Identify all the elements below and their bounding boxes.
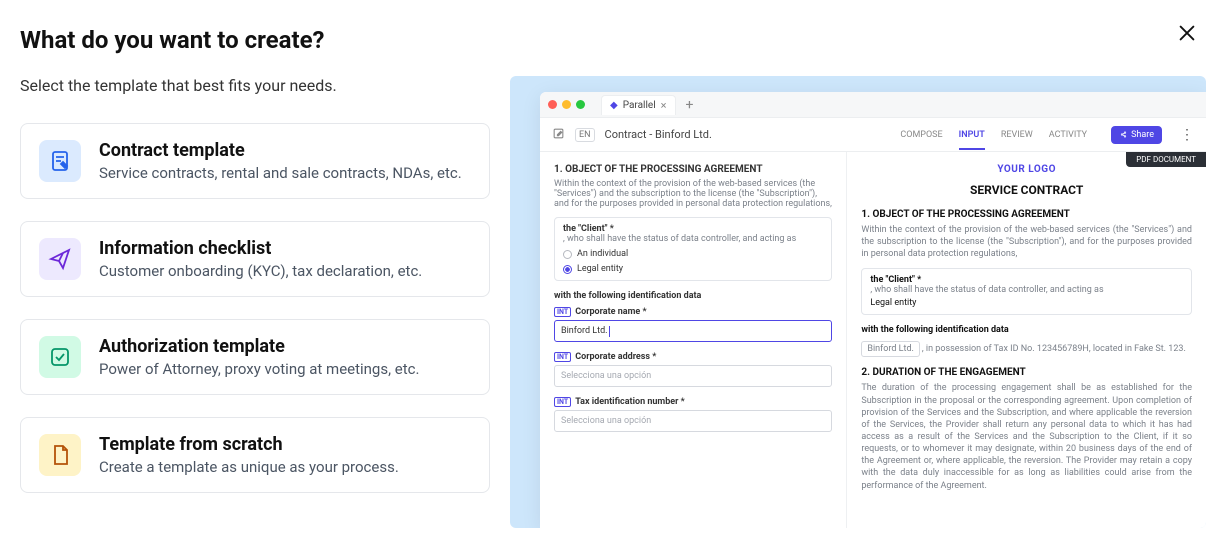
tab-close-icon[interactable]: ×: [661, 99, 667, 112]
doc-paragraph: The duration of the processing engagemen…: [861, 382, 1192, 491]
doc-ident-tail: , in possession of Tax ID No. 123456789H…: [922, 344, 1186, 354]
browser-tabbar: ◆ Parallel × +: [540, 92, 1206, 118]
share-button[interactable]: Share: [1111, 126, 1162, 144]
template-title: Contract template: [99, 140, 462, 161]
text-cursor: [609, 326, 610, 337]
app-logo-icon: ◆: [610, 100, 618, 111]
tab-activity[interactable]: ACTIVITY: [1049, 130, 1087, 140]
doc-section-heading: 1. OBJECT OF THE PROCESSING AGREEMENT: [861, 209, 1192, 220]
page-subtitle: Select the template that best fits your …: [20, 76, 490, 95]
template-title: Template from scratch: [99, 434, 399, 455]
more-menu-button[interactable]: ⋮: [1180, 127, 1194, 143]
client-label: the "Client" *: [563, 224, 823, 234]
traffic-min-icon: [562, 100, 571, 109]
ident-heading: with the following identification data: [554, 291, 832, 301]
share-icon: [1119, 130, 1128, 139]
corporate-name-input[interactable]: Binford Ltd.: [554, 320, 832, 342]
doc-paragraph: Within the context of the provision of t…: [861, 224, 1192, 260]
template-desc: Create a template as unique as your proc…: [99, 458, 399, 476]
template-desc: Service contracts, rental and sale contr…: [99, 164, 462, 182]
template-scratch[interactable]: Template from scratch Create a template …: [20, 417, 490, 493]
doc-client-value: Legal entity: [870, 298, 1183, 308]
radio-label: An individual: [577, 249, 628, 259]
doc-ident-heading: with the following identification data: [861, 325, 1192, 335]
int-tag: INT: [554, 397, 571, 407]
template-checklist[interactable]: Information checklist Customer onboardin…: [20, 221, 490, 297]
radio-legal-entity[interactable]: Legal entity: [563, 264, 823, 274]
doc-client-sub: , who shall have the status of data cont…: [870, 285, 1183, 295]
close-button[interactable]: [1176, 22, 1198, 44]
doc-client-label: the "Client" *: [870, 275, 1183, 285]
section-body: Within the context of the provision of t…: [554, 179, 832, 209]
tab-review[interactable]: REVIEW: [1001, 130, 1033, 140]
section-heading: 1. OBJECT OF THE PROCESSING AGREEMENT: [554, 164, 832, 175]
input-placeholder: Selecciona una opción: [561, 371, 651, 381]
document-icon: [39, 434, 81, 476]
new-tab-button[interactable]: +: [686, 97, 694, 113]
int-tag: INT: [554, 307, 571, 317]
tax-id-input[interactable]: Selecciona una opción: [554, 410, 832, 432]
share-label: Share: [1131, 130, 1154, 140]
template-authorization[interactable]: Authorization template Power of Attorney…: [20, 319, 490, 395]
corporate-address-input[interactable]: Selecciona una opción: [554, 365, 832, 387]
edit-icon[interactable]: [552, 125, 565, 144]
language-badge[interactable]: EN: [575, 128, 595, 142]
tab-label: Parallel: [623, 100, 656, 111]
contract-title: SERVICE CONTRACT: [861, 183, 1192, 197]
browser-tab[interactable]: ◆ Parallel ×: [601, 95, 676, 115]
paper-plane-icon: [39, 238, 81, 280]
template-title: Information checklist: [99, 238, 422, 259]
input-placeholder: Selecciona una opción: [561, 416, 651, 426]
tab-compose[interactable]: COMPOSE: [900, 130, 942, 140]
doc-chip-corporate-name: Binford Ltd.: [861, 341, 920, 357]
preview-panel: ◆ Parallel × + EN Contract - Binford Ltd…: [510, 76, 1206, 528]
template-desc: Power of Attorney, proxy voting at meeti…: [99, 360, 419, 378]
close-icon: [1176, 22, 1198, 44]
traffic-close-icon: [548, 100, 557, 109]
form-pane: 1. OBJECT OF THE PROCESSING AGREEMENT Wi…: [540, 152, 846, 528]
field-label: Corporate address *: [575, 352, 656, 362]
document-pane: PDF DOCUMENT YOUR LOGO SERVICE CONTRACT …: [846, 152, 1206, 528]
document-title: Contract - Binford Ltd.: [605, 128, 891, 141]
input-value: Binford Ltd.: [561, 326, 608, 336]
pdf-badge: PDF DOCUMENT: [1126, 152, 1206, 167]
doc-section-heading: 2. DURATION OF THE ENGAGEMENT: [861, 367, 1192, 378]
tab-input[interactable]: INPUT: [959, 130, 985, 150]
template-title: Authorization template: [99, 336, 419, 357]
field-label: Tax identification number *: [575, 397, 685, 407]
page-title: What do you want to create?: [20, 26, 1206, 54]
template-desc: Customer onboarding (KYC), tax declarati…: [99, 262, 422, 280]
template-contract[interactable]: Contract template Service contracts, ren…: [20, 123, 490, 199]
radio-label: Legal entity: [577, 264, 623, 274]
int-tag: INT: [554, 352, 571, 362]
document-edit-icon: [39, 140, 81, 182]
field-label: Corporate name *: [575, 307, 646, 317]
client-sub: , who shall have the status of data cont…: [563, 234, 823, 244]
radio-individual[interactable]: An individual: [563, 249, 823, 259]
check-square-icon: [39, 336, 81, 378]
traffic-max-icon: [576, 100, 585, 109]
